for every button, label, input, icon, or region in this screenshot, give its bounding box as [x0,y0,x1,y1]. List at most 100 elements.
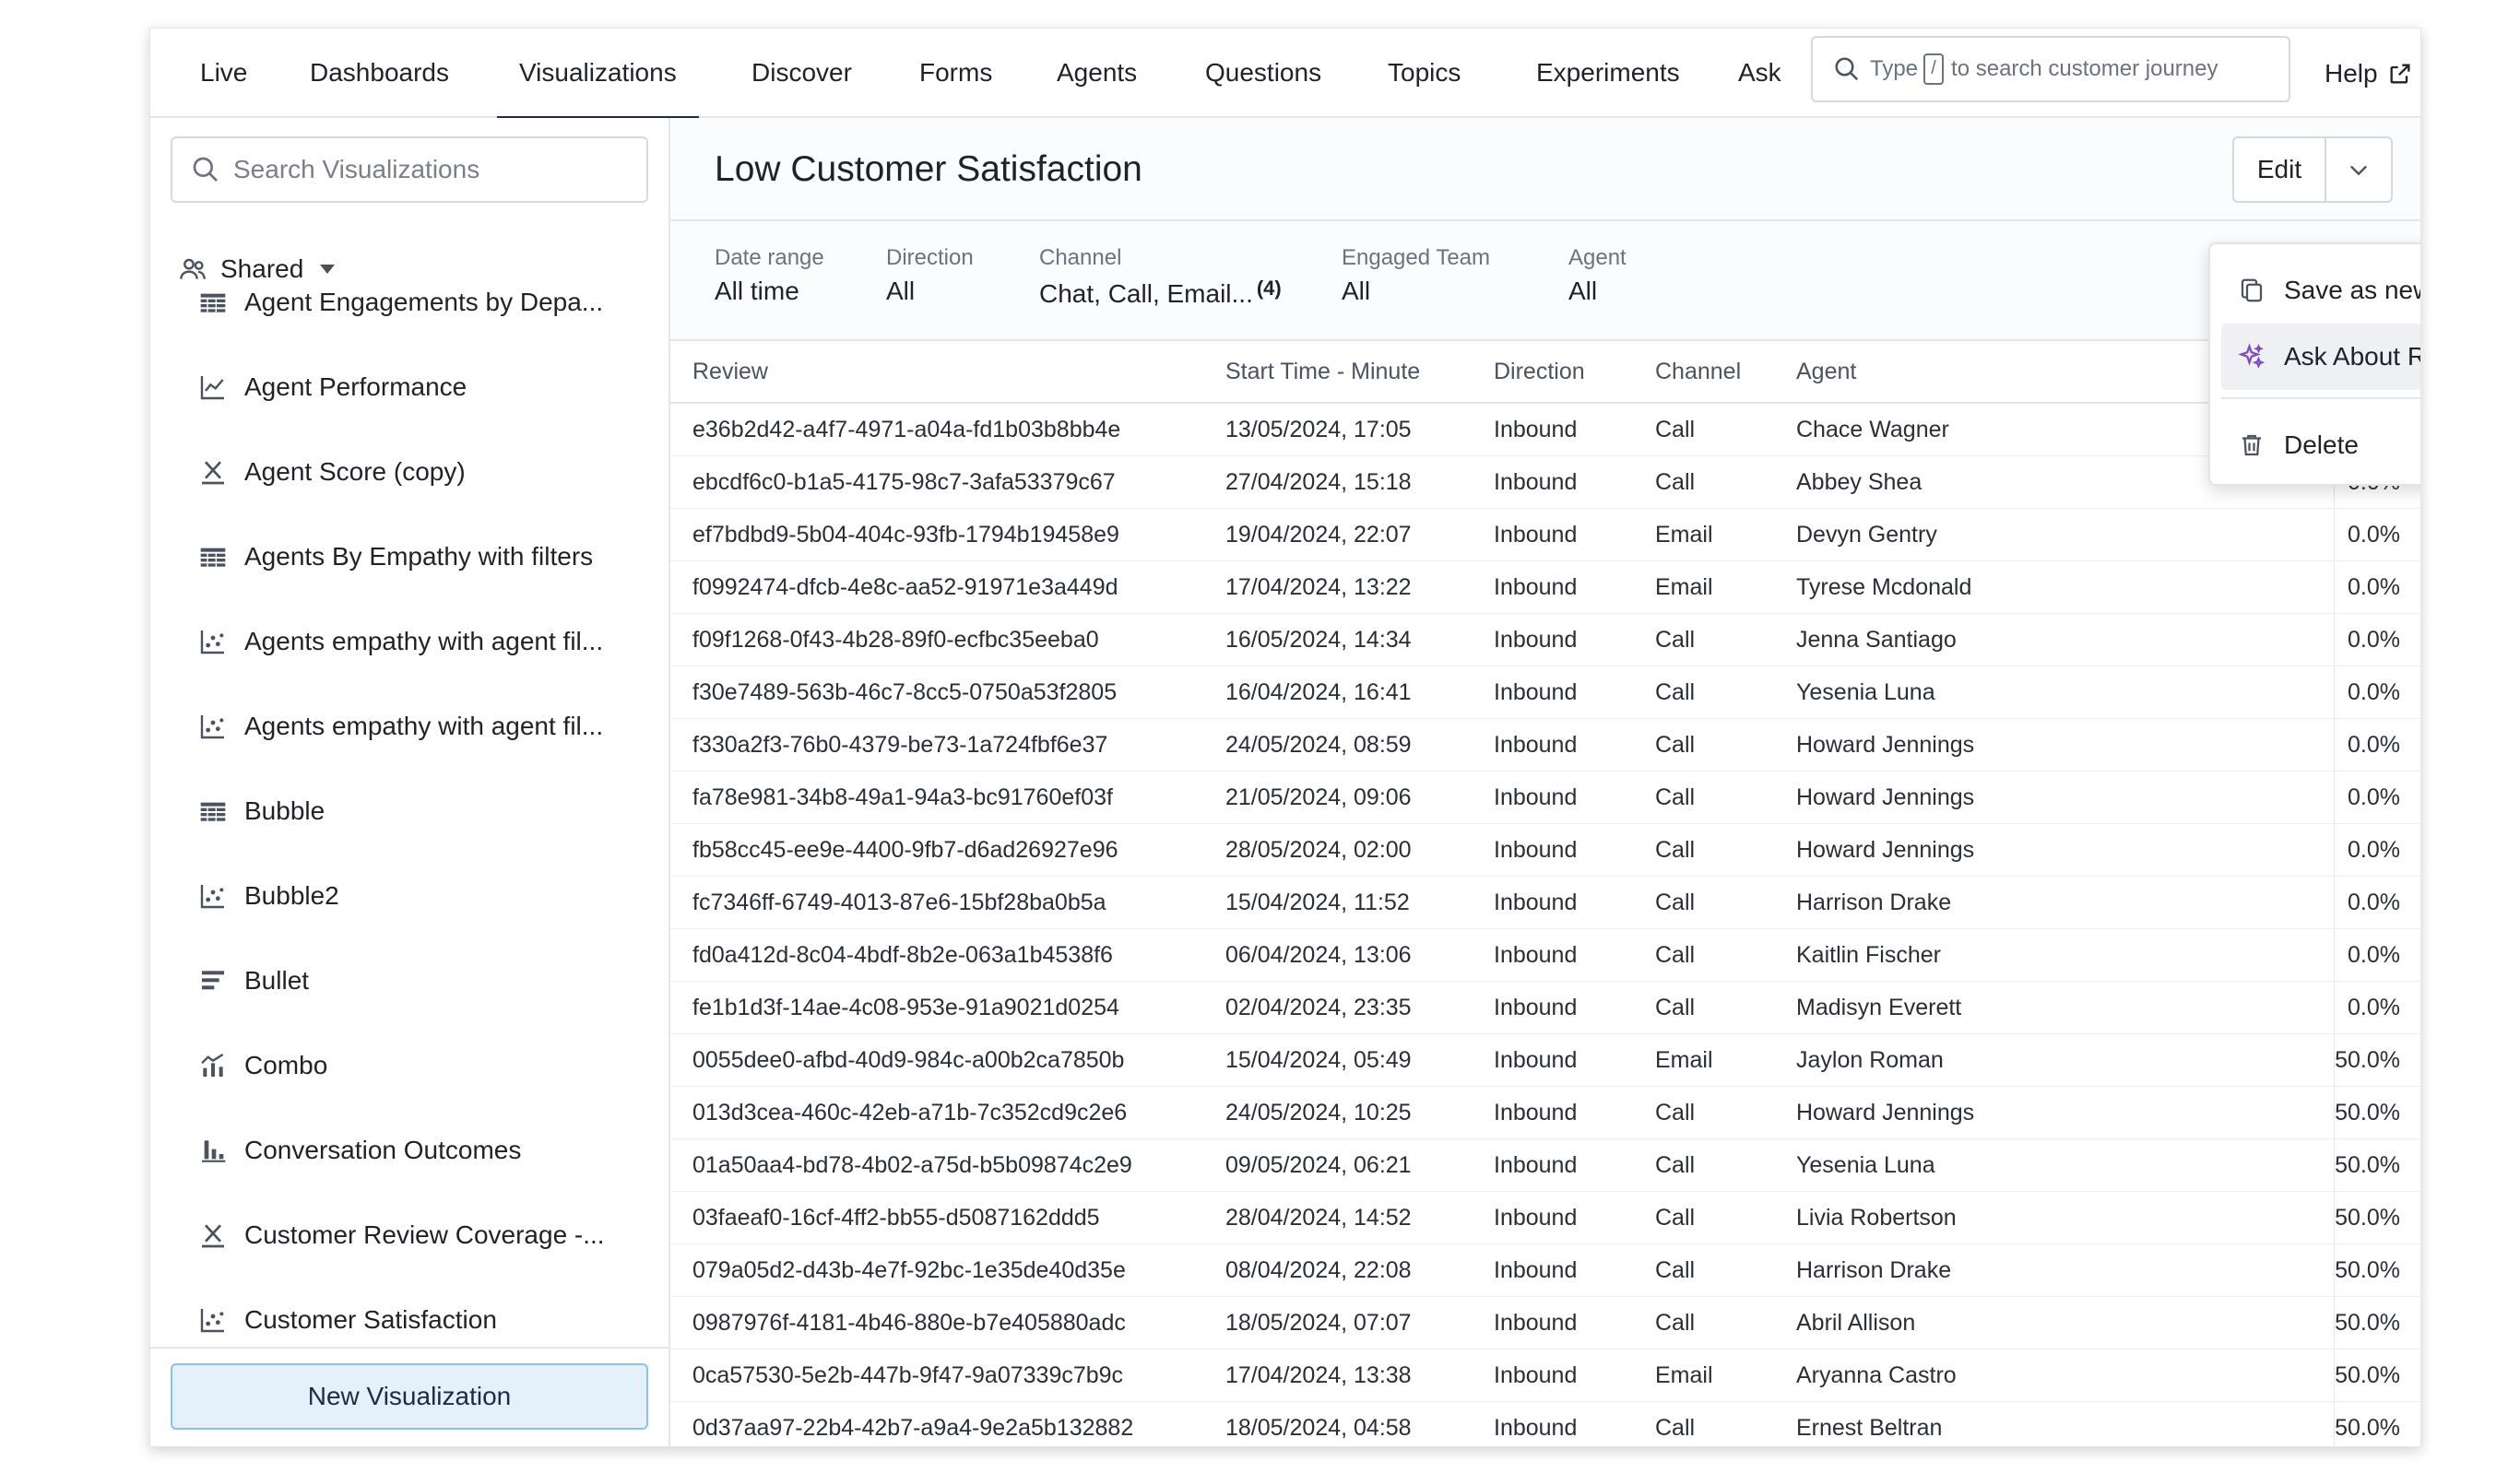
cell-direction: Inbound [1494,1415,1578,1441]
cell-start-time: 28/04/2024, 14:52 [1225,1205,1412,1231]
table-row[interactable]: f09f1268-0f43-4b28-89f0-ecfbc35eeba0 16/0… [670,614,2420,666]
column-header-channel[interactable]: Channel [1655,341,1741,402]
sidebar-visualization-item[interactable]: Bubble [198,784,325,839]
tab-questions[interactable]: Questions [1205,29,1321,118]
cell-start-time: 18/05/2024, 04:58 [1225,1415,1412,1441]
cell-agent: Chace Wagner [1796,417,1949,442]
filter-value: All time [715,277,824,306]
cell-score: 50.0% [2335,1047,2400,1073]
table-row[interactable]: 013d3cea-460c-42eb-a71b-7c352cd9c2e6 24/0… [670,1087,2420,1139]
menu-item-label: Ask About Reviews [2284,342,2420,371]
edit-button[interactable]: Edit [2234,138,2326,201]
tab-experiments[interactable]: Experiments [1536,29,1680,118]
caret-down-icon [320,265,336,274]
filter-direction[interactable]: Direction All [886,245,974,306]
table-row[interactable]: 0ca57530-5e2b-447b-9f47-9a07339c7b9c 17/0… [670,1349,2420,1402]
table-row[interactable]: ebcdf6c0-b1a5-4175-98c7-3afa53379c67 27/0… [670,456,2420,509]
search-visualizations-input[interactable]: Search Visualizations [171,136,648,203]
sidebar-visualization-item[interactable]: Conversation Outcomes [198,1123,521,1178]
customer-journey-search-input[interactable]: Type / to search customer journey [1811,36,2290,102]
filter-value-text: All [1342,277,1371,305]
cell-agent: Harrison Drake [1796,890,1952,915]
column-header-review[interactable]: Review [692,341,768,402]
visualizations-sidebar: Search Visualizations Shared Agent Engag… [150,118,670,1446]
filter-engaged-team[interactable]: Engaged Team All [1342,245,1490,306]
tab-agents[interactable]: Agents [1057,29,1137,118]
filter-value: All [1342,277,1490,306]
search-icon [193,157,218,182]
table-row[interactable]: f30e7489-563b-46c7-8cc5-0750a53f2805 16/0… [670,666,2420,719]
cell-direction: Inbound [1494,1100,1578,1125]
sidebar-visualization-item[interactable]: Customer Satisfaction [198,1292,497,1348]
cell-direction: Inbound [1494,837,1578,863]
cell-start-time: 18/05/2024, 07:07 [1225,1310,1412,1336]
sidebar-visualization-item[interactable]: Customer Review Coverage -... [198,1208,605,1263]
table-row[interactable]: f0992474-dfcb-4e8c-aa52-91971e3a449d 17/0… [670,561,2420,614]
table-row[interactable]: 01a50aa4-bd78-4b02-a75d-b5b09874c2e9 09/0… [670,1139,2420,1192]
sidebar-visualization-item[interactable]: Bullet [198,953,309,1008]
new-visualization-button[interactable]: New Visualization [171,1363,648,1430]
sidebar-visualization-item[interactable]: Agent Engagements by Depa... [198,275,603,330]
help-link[interactable]: Help [2325,29,2413,118]
cell-direction: Inbound [1494,522,1578,548]
cell-score: 0.0% [2348,890,2400,915]
table-row[interactable]: e36b2d42-a4f7-4971-a04a-fd1b03b8bb4e 13/0… [670,404,2420,456]
sidebar-visualization-item[interactable]: Agent Performance [198,359,467,415]
sidebar-visualization-item[interactable]: Bubble2 [198,868,339,924]
filter-channel[interactable]: Channel Chat, Call, Email... (4) [1039,245,1282,309]
tab-forms[interactable]: Forms [919,29,992,118]
table-icon [198,288,228,317]
tab-dashboards[interactable]: Dashboards [310,29,449,118]
cell-agent: Yesenia Luna [1796,1152,1935,1178]
table-row[interactable]: 079a05d2-d43b-4e7f-92bc-1e35de40d35e 08/0… [670,1244,2420,1297]
menu-item-ask-about-reviews[interactable]: Ask About Reviews [2221,324,2420,390]
edit-button-group: Edit [2232,136,2393,203]
sidebar-visualization-item[interactable]: Agents By Empathy with filters [198,529,593,584]
table-row[interactable]: 0d37aa97-22b4-42b7-a9a4-9e2a5b132882 18/0… [670,1402,2420,1446]
cell-agent: Livia Robertson [1796,1205,1957,1231]
sidebar-visualization-item[interactable]: Agents empathy with agent fil... [198,614,603,669]
cell-channel: Call [1655,890,1696,915]
tab-topics[interactable]: Topics [1388,29,1461,118]
filter-date-range[interactable]: Date range All time [715,245,824,306]
table-row[interactable]: 03faeaf0-16cf-4ff2-bb55-d5087162ddd5 28/0… [670,1192,2420,1244]
tab-ask[interactable]: Ask [1738,29,1781,118]
cell-direction: Inbound [1494,1257,1578,1283]
sidebar-visualization-item[interactable]: Agent Score (copy) [198,444,466,500]
table-row[interactable]: ef7bdbd9-5b04-404c-93fb-1794b19458e9 19/0… [670,509,2420,561]
column-header-direction[interactable]: Direction [1494,341,1585,402]
table-row[interactable]: f330a2f3-76b0-4379-be73-1a724fbf6e37 24/0… [670,719,2420,772]
table-row[interactable]: fd0a412d-8c04-4bdf-8b2e-063a1b4538f6 06/0… [670,929,2420,982]
table-row[interactable]: fe1b1d3f-14ae-4c08-953e-91a9021d0254 02/0… [670,982,2420,1034]
cell-start-time: 17/04/2024, 13:22 [1225,574,1412,600]
tab-discover[interactable]: Discover [751,29,852,118]
table-row[interactable]: 0987976f-4181-4b46-880e-b7e405880adc 18/0… [670,1297,2420,1349]
combo-icon [198,1051,228,1080]
column-header-agent[interactable]: Agent [1796,341,1856,402]
table-row[interactable]: fc7346ff-6749-4013-87e6-15bf28ba0b5a 15/0… [670,877,2420,929]
filter-label: Date range [715,245,824,270]
menu-item-delete[interactable]: Delete [2221,412,2420,478]
tab-live[interactable]: Live [200,29,247,118]
sidebar-visualization-item[interactable]: Combo [198,1038,327,1093]
table-row[interactable]: 0055dee0-afbd-40d9-984c-a00b2ca7850b 15/0… [670,1034,2420,1087]
filter-agent[interactable]: Agent All [1568,245,1627,306]
cell-review: fe1b1d3f-14ae-4c08-953e-91a9021d0254 [692,995,1119,1020]
cell-start-time: 15/04/2024, 05:49 [1225,1047,1412,1073]
cell-start-time: 15/04/2024, 11:52 [1225,890,1410,915]
cell-score: 0.0% [2348,837,2400,863]
cell-review: f09f1268-0f43-4b28-89f0-ecfbc35eeba0 [692,627,1099,653]
cell-channel: Call [1655,469,1696,495]
sidebar-visualization-label: Bullet [244,966,310,995]
menu-item-save-as-new[interactable]: Save as new [2221,257,2420,324]
search-icon [1835,57,1859,81]
sidebar-visualization-item[interactable]: Agents empathy with agent fil... [198,699,603,754]
edit-options-dropdown-button[interactable] [2326,138,2391,201]
column-header-start-time[interactable]: Start Time - Minute [1225,341,1420,402]
cell-score: 50.0% [2335,1152,2400,1178]
table-row[interactable]: fa78e981-34b8-49a1-94a3-bc91760ef03f 21/0… [670,772,2420,824]
cell-agent: Howard Jennings [1796,732,1975,758]
sidebar-visualization-label: Customer Review Coverage -... [244,1220,605,1249]
table-row[interactable]: fb58cc45-ee9e-4400-9fb7-d6ad26927e96 28/0… [670,824,2420,877]
tab-visualizations[interactable]: Visualizations [497,29,699,120]
